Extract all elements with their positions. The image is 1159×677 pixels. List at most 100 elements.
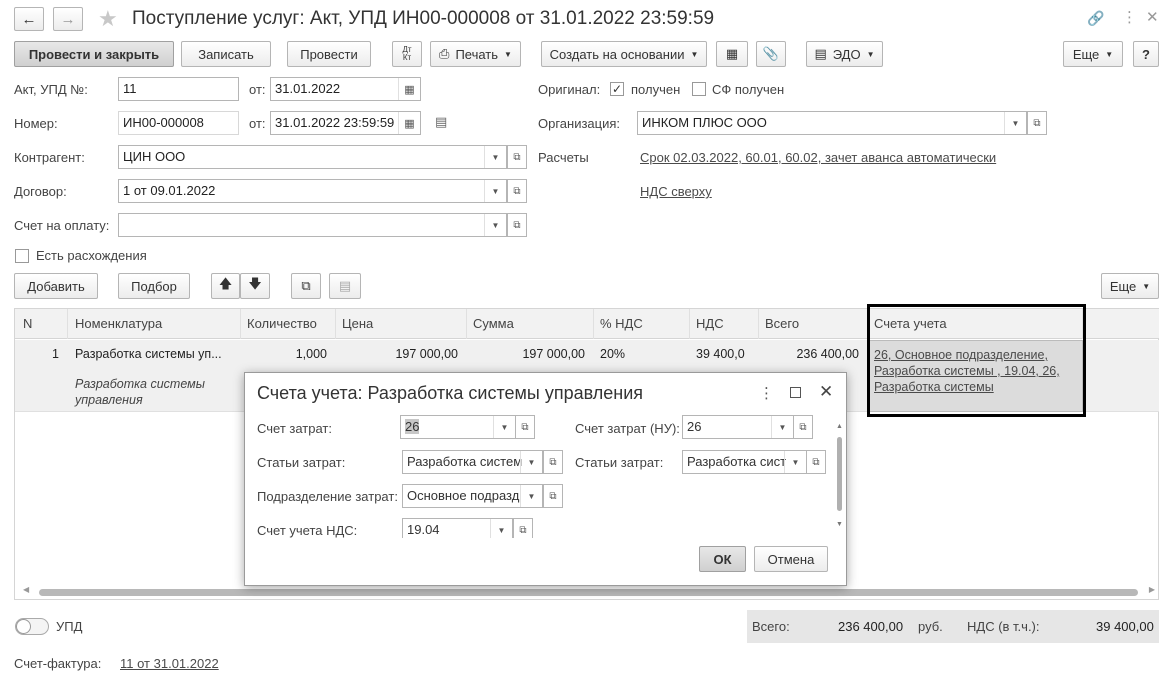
chevron-down-icon[interactable]: ▼ (784, 451, 806, 473)
accounts-highlight (867, 304, 1086, 417)
vat-account-field[interactable]: 19.04 ▼ (402, 518, 513, 538)
calendar-icon[interactable]: ▦ (398, 78, 420, 100)
ok-button[interactable]: ОК (699, 546, 746, 572)
calendar-icon[interactable]: ▦ (398, 112, 420, 134)
discrepancy-checkbox[interactable] (15, 249, 29, 263)
invoice-footer-link[interactable]: 11 от 31.01.2022 (120, 656, 219, 671)
col-sum[interactable]: Сумма (467, 309, 594, 339)
edo-button[interactable]: ▤ ЭДО ▼ (806, 41, 883, 67)
close-dialog-icon[interactable]: ✕ (819, 382, 833, 402)
act-date-field[interactable]: 31.01.2022 ▦ (270, 77, 421, 101)
chevron-down-icon[interactable]: ▼ (484, 146, 506, 168)
more-button[interactable]: Еще ▼ (1063, 41, 1123, 67)
col-vat[interactable]: НДС (690, 309, 759, 339)
open-cost-items-button[interactable]: ⧉ (543, 450, 563, 474)
star-icon[interactable]: ★ (98, 6, 118, 32)
open-cost-items-nu-button[interactable]: ⧉ (806, 450, 826, 474)
organization-field[interactable]: ИНКОМ ПЛЮС ООО ▼ (637, 111, 1027, 135)
open-division-button[interactable]: ⧉ (543, 484, 563, 508)
dialog-scrollbar[interactable]: ▲ ▼ (835, 423, 845, 533)
chevron-down-icon[interactable]: ▼ (490, 519, 512, 538)
contract-field[interactable]: 1 от 09.01.2022 ▼ (118, 179, 507, 203)
link-icon[interactable]: 🔗 (1087, 10, 1104, 27)
row-sum[interactable]: 197 000,00 (467, 347, 591, 361)
comment-icon[interactable]: ▤ (435, 114, 447, 130)
col-vat-rate[interactable]: % НДС (594, 309, 690, 339)
row-total[interactable]: 236 400,00 (759, 347, 865, 361)
row-price[interactable]: 197 000,00 (336, 347, 464, 361)
chevron-down-icon[interactable]: ▼ (771, 416, 793, 438)
scrollbar-thumb[interactable] (39, 589, 1138, 596)
table-more-button[interactable]: Еще ▼ (1101, 273, 1159, 299)
open-cost-account-button[interactable]: ⧉ (515, 415, 535, 439)
chevron-down-icon[interactable]: ▼ (520, 451, 542, 473)
scroll-down-icon[interactable]: ▼ (836, 521, 843, 528)
vat-link[interactable]: НДС сверху (640, 184, 712, 199)
post-and-close-button[interactable]: Провести и закрыть (14, 41, 174, 67)
forward-button[interactable]: → (53, 7, 83, 31)
col-qty[interactable]: Количество (241, 309, 336, 339)
select-button[interactable]: Подбор (118, 273, 190, 299)
cancel-button[interactable]: Отмена (754, 546, 828, 572)
post-button[interactable]: Провести (287, 41, 371, 67)
maximize-icon[interactable] (790, 387, 801, 398)
col-item[interactable]: Номенклатура (69, 309, 241, 339)
back-button[interactable]: ← (14, 7, 44, 31)
save-button[interactable]: Записать (181, 41, 271, 67)
more-vertical-icon[interactable]: ⋮ (1122, 8, 1137, 26)
help-button[interactable]: ? (1133, 41, 1159, 67)
more-vertical-icon[interactable]: ⋮ (759, 384, 774, 402)
settlements-label: Расчеты (538, 150, 589, 165)
structure-button[interactable]: ▦ (716, 41, 748, 67)
paste-button[interactable]: ▤ (329, 273, 361, 299)
col-n[interactable]: N (15, 309, 68, 339)
cost-items-field[interactable]: Разработка систем ▼ (402, 450, 543, 474)
cost-account-field[interactable]: 26 ▼ (400, 415, 516, 439)
act-number-field[interactable]: 11 (118, 77, 239, 101)
cost-items-nu-field[interactable]: Разработка сист ▼ (682, 450, 807, 474)
print-button[interactable]: ⎙ Печать ▼ (430, 41, 521, 67)
chevron-down-icon[interactable]: ▼ (484, 180, 506, 202)
row-qty[interactable]: 1,000 (241, 347, 333, 361)
chevron-down-icon[interactable]: ▼ (493, 416, 515, 438)
number-field[interactable]: ИН00-000008 (118, 111, 239, 135)
number-date-field[interactable]: 31.01.2022 23:59:59 ▦ (270, 111, 421, 135)
sf-received-checkbox[interactable] (692, 82, 706, 96)
create-based-on-button[interactable]: Создать на основании ▼ (541, 41, 707, 67)
move-down-button[interactable]: 🡇 (240, 273, 270, 299)
scroll-left-icon[interactable]: ◀ (23, 585, 29, 594)
move-up-button[interactable]: 🡅 (211, 273, 240, 299)
chevron-down-icon[interactable]: ▼ (520, 485, 542, 507)
col-total[interactable]: Всего (759, 309, 868, 339)
chevron-down-icon: ▼ (1142, 281, 1151, 291)
dialog-scrollbar-thumb[interactable] (837, 437, 842, 511)
open-contract-button[interactable]: ⧉ (507, 179, 527, 203)
chevron-down-icon[interactable]: ▼ (1004, 112, 1026, 134)
cost-account-nu-field[interactable]: 26 ▼ (682, 415, 794, 439)
open-vat-account-button[interactable]: ⧉ (513, 518, 533, 538)
close-icon[interactable]: ✕ (1146, 8, 1159, 26)
row-item[interactable]: Разработка системы уп... (69, 347, 241, 361)
row-vat[interactable]: 39 400,0 (690, 347, 759, 361)
printer-icon: ⎙ (439, 46, 450, 61)
scroll-up-icon[interactable]: ▲ (836, 423, 843, 430)
add-row-button[interactable]: Добавить (14, 273, 98, 299)
col-price[interactable]: Цена (336, 309, 467, 339)
open-cost-account-nu-button[interactable]: ⧉ (793, 415, 813, 439)
open-counterparty-button[interactable]: ⧉ (507, 145, 527, 169)
attach-button[interactable]: 📎 (756, 41, 786, 67)
dtkt-button[interactable]: Дт Кт (392, 41, 422, 67)
division-field[interactable]: Основное подразд ▼ (402, 484, 543, 508)
counterparty-field[interactable]: ЦИН ООО ▼ (118, 145, 507, 169)
received-checkbox[interactable]: ✓ (610, 82, 624, 96)
row-vat-rate[interactable]: 20% (594, 347, 684, 361)
open-invoice-button[interactable]: ⧉ (507, 213, 527, 237)
invoice-field[interactable]: ▼ (118, 213, 507, 237)
chevron-down-icon[interactable]: ▼ (484, 214, 506, 236)
open-organization-button[interactable]: ⧉ (1027, 111, 1047, 135)
scroll-right-icon[interactable]: ▶ (1149, 585, 1155, 594)
horizontal-scrollbar[interactable]: ◀ ▶ (15, 585, 1159, 599)
upd-toggle[interactable] (15, 618, 49, 635)
copy-row-button[interactable]: ⧉ (291, 273, 321, 299)
settlements-link[interactable]: Срок 02.03.2022, 60.01, 60.02, зачет ава… (640, 150, 996, 165)
